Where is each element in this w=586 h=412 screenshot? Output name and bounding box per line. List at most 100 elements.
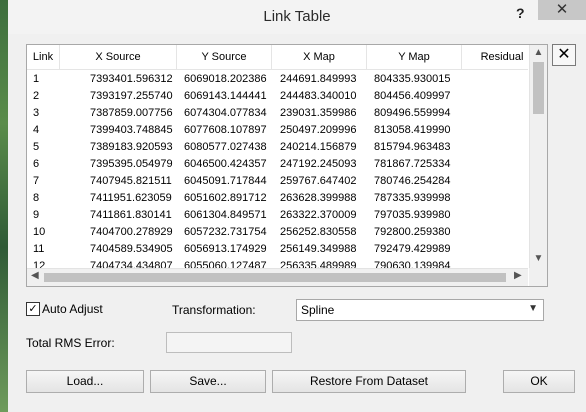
cell-y-source: 6077608.107897 — [184, 124, 267, 136]
title-bar: Link Table ? — [8, 0, 586, 34]
total-rms-error-label: Total RMS Error: — [26, 336, 115, 350]
auto-adjust-checkbox[interactable]: ✓ — [26, 302, 40, 316]
delete-link-button[interactable]: ✕ — [552, 44, 576, 66]
cell-y-map: 792800.259380 — [374, 226, 451, 238]
table-row[interactable]: 2 7393197.255740 6069143.144441 244483.3400… — [27, 88, 528, 105]
cell-y-source: 6046500.424357 — [184, 158, 267, 170]
table-row[interactable]: 4 7399403.748845 6077608.107897 250497.2099… — [27, 122, 528, 139]
table-row[interactable]: 11 7404589.534905 6056913.174929 256149.349… — [27, 241, 528, 258]
scroll-left-icon[interactable]: ◀ — [31, 270, 39, 281]
cell-y-source: 6051602.891712 — [184, 192, 267, 204]
auto-adjust-label[interactable]: Auto Adjust — [42, 302, 103, 316]
transformation-select[interactable]: Spline ▼ — [296, 299, 544, 321]
cell-y-source: 6045091.717844 — [184, 175, 267, 187]
table-row[interactable]: 5 7389183.920593 6080577.027438 240214.1568… — [27, 139, 528, 156]
cell-y-source: 6056913.174929 — [184, 243, 267, 255]
transformation-label: Transformation: — [172, 303, 256, 317]
table-row[interactable]: 9 7411861.830141 6061304.849571 263322.3700… — [27, 207, 528, 224]
cell-x-map: 250497.209996 — [280, 124, 357, 136]
vertical-scroll-thumb[interactable] — [533, 62, 544, 114]
cell-link: 4 — [33, 124, 40, 136]
save-button[interactable]: Save... — [150, 370, 266, 393]
close-button[interactable]: ✕ — [538, 0, 586, 20]
scroll-up-icon[interactable]: ▲ — [530, 47, 547, 58]
table-row[interactable]: 10 7404700.278929 6057232.731754 256252.830… — [27, 224, 528, 241]
table-row[interactable]: 3 7387859.007756 6074304.077834 239031.3599… — [27, 105, 528, 122]
table-row[interactable]: 1 7393401.596312 6069018.202386 244691.8499… — [27, 71, 528, 88]
window-title: Link Table — [263, 8, 331, 25]
cell-x-source: 7404700.278929 — [90, 226, 173, 238]
column-header-x-map[interactable]: X Map — [272, 45, 367, 69]
table-header: Link X Source Y Source X Map Y Map Resid… — [27, 45, 528, 70]
cell-x-source: 7387859.007756 — [90, 107, 173, 119]
table-row[interactable]: 7 7407945.821511 6045091.717844 259767.6474… — [27, 173, 528, 190]
restore-from-dataset-button[interactable]: Restore From Dataset — [272, 370, 466, 393]
cell-link: 10 — [33, 226, 46, 238]
cell-link: 11 — [33, 243, 45, 255]
cell-x-map: 263322.370009 — [280, 209, 357, 221]
total-rms-error-field — [166, 332, 292, 353]
horizontal-scroll-thumb[interactable] — [44, 273, 506, 282]
scroll-right-icon[interactable]: ▶ — [514, 270, 522, 281]
column-header-y-source[interactable]: Y Source — [177, 45, 272, 69]
cell-link: 5 — [33, 141, 40, 153]
cell-y-map: 813058.419990 — [374, 124, 451, 136]
horizontal-scrollbar[interactable]: ◀ ▶ — [27, 268, 528, 286]
cell-y-source: 6080577.027438 — [184, 141, 267, 153]
background-map-strip — [0, 0, 8, 412]
cell-y-map: 797035.939980 — [374, 209, 451, 221]
delete-x-icon: ✕ — [557, 46, 571, 63]
cell-x-source: 7395395.054979 — [90, 158, 173, 170]
cell-x-source: 7407945.821511 — [90, 175, 172, 187]
table-row[interactable]: 6 7395395.054979 6046500.424357 247192.2450… — [27, 156, 528, 173]
cell-link: 2 — [33, 90, 40, 102]
ok-button[interactable]: OK — [503, 370, 575, 393]
cell-y-source: 6074304.077834 — [184, 107, 267, 119]
scrollbar-corner — [529, 268, 547, 286]
cell-x-source: 7404589.534905 — [90, 243, 173, 255]
cell-y-source: 6069018.202386 — [184, 73, 267, 85]
cell-x-map: 240214.156879 — [280, 141, 357, 153]
column-header-x-source[interactable]: X Source — [60, 45, 177, 69]
cell-x-map: 256252.830558 — [280, 226, 357, 238]
cell-x-source: 7399403.748845 — [90, 124, 173, 136]
cell-y-map: 804335.930015 — [374, 73, 451, 85]
cell-y-map: 781867.725334 — [374, 158, 451, 170]
cell-x-map: 256149.349988 — [280, 243, 357, 255]
column-header-y-map[interactable]: Y Map — [367, 45, 462, 69]
scroll-down-icon[interactable]: ▼ — [530, 253, 547, 264]
cell-y-map: 815794.963483 — [374, 141, 451, 153]
cell-link: 3 — [33, 107, 40, 119]
cell-x-map: 247192.245093 — [280, 158, 357, 170]
cell-link: 7 — [33, 175, 40, 187]
load-button[interactable]: Load... — [26, 370, 144, 393]
cell-x-map: 259767.647402 — [280, 175, 357, 187]
cell-x-source: 7411951.623059 — [90, 192, 172, 204]
cell-y-map: 809496.559994 — [374, 107, 451, 119]
cell-link: 8 — [33, 192, 40, 204]
vertical-scrollbar[interactable]: ▲ ▼ — [529, 45, 547, 268]
cell-x-map: 239031.359986 — [280, 107, 357, 119]
cell-y-source: 6057232.731754 — [184, 226, 267, 238]
cell-y-map: 792479.429989 — [374, 243, 451, 255]
cell-x-source: 7393401.596312 — [90, 73, 173, 85]
cell-y-map: 780746.254284 — [374, 175, 451, 187]
cell-x-map: 244483.340010 — [280, 90, 357, 102]
cell-link: 9 — [33, 209, 40, 221]
cell-link: 6 — [33, 158, 40, 170]
cell-y-source: 6069143.144441 — [184, 90, 267, 102]
table-row[interactable]: 8 7411951.623059 6051602.891712 263628.3999… — [27, 190, 528, 207]
cell-y-map: 787335.939998 — [374, 192, 451, 204]
table-rows: 1 7393401.596312 6069018.202386 244691.8499… — [27, 71, 528, 275]
link-table[interactable]: Link X Source Y Source X Map Y Map Resid… — [26, 44, 548, 287]
column-header-link[interactable]: Link — [27, 45, 60, 69]
cell-x-map: 263628.399988 — [280, 192, 357, 204]
cell-x-source: 7393197.255740 — [90, 90, 173, 102]
cell-y-source: 6061304.849571 — [184, 209, 267, 221]
cell-x-source: 7389183.920593 — [90, 141, 173, 153]
cell-link: 1 — [33, 73, 40, 85]
cell-x-source: 7411861.830141 — [90, 209, 172, 221]
chevron-down-icon: ▼ — [528, 303, 538, 314]
cell-y-map: 804456.409997 — [374, 90, 451, 102]
help-icon[interactable]: ? — [516, 5, 525, 21]
